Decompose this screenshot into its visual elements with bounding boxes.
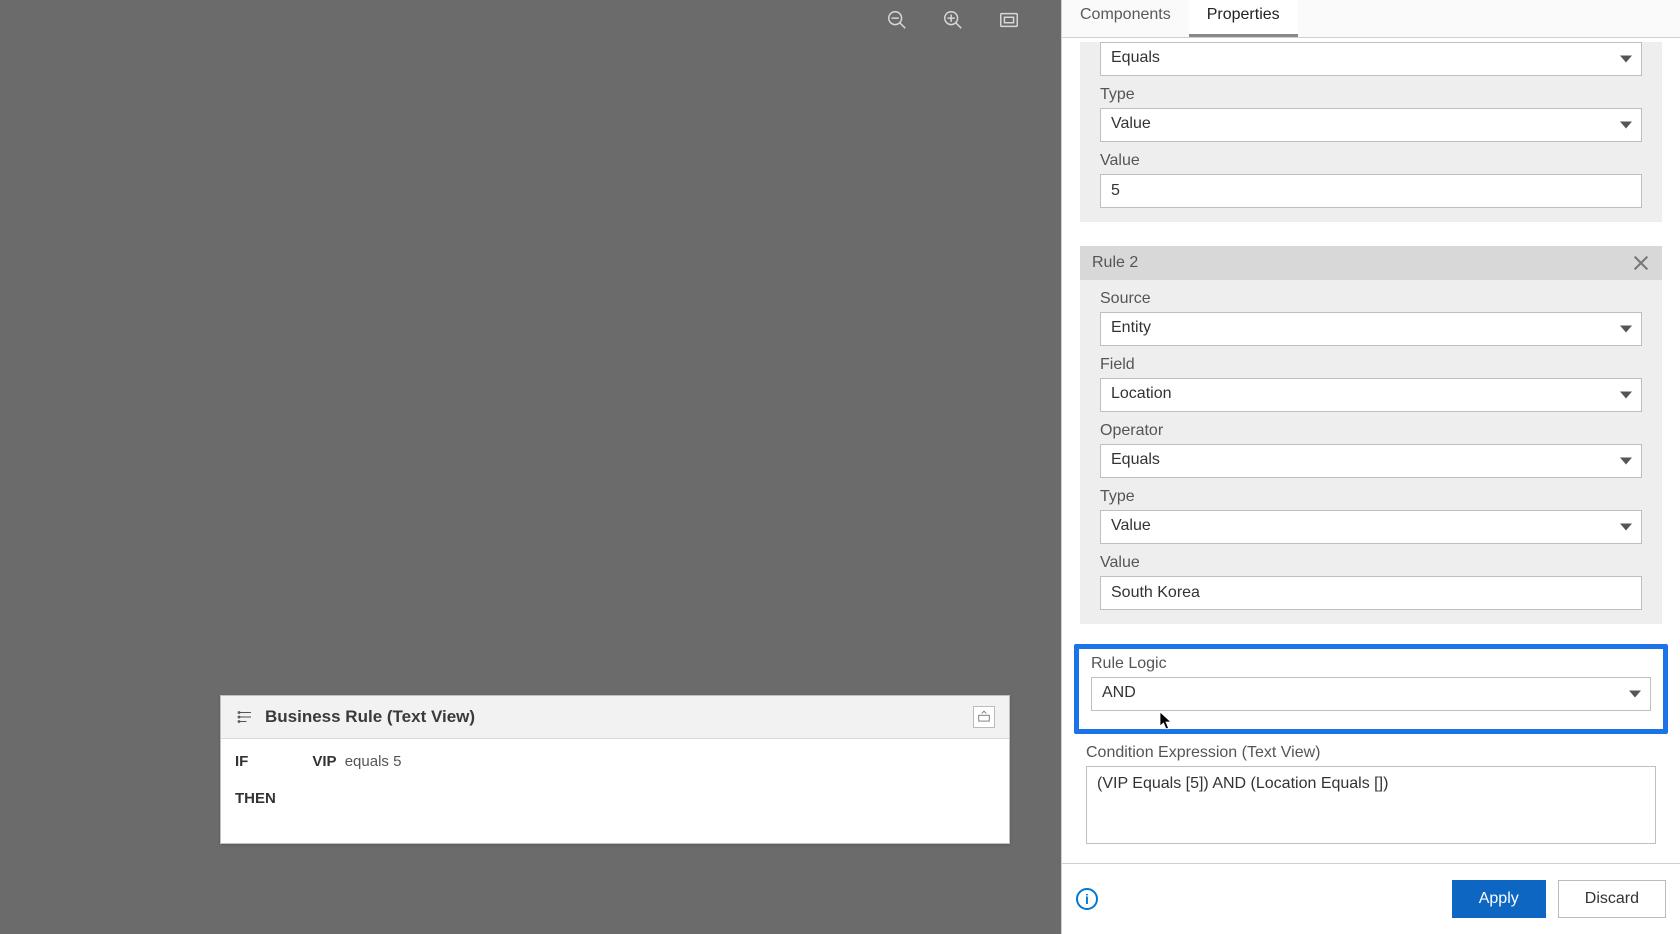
close-icon[interactable] [1632,254,1650,272]
rule1-operator-select[interactable]: Equals [1100,42,1642,76]
canvas-pane[interactable]: Business Rule (Text View) IF VIP equals … [0,0,1061,934]
zoom-in-icon[interactable] [941,8,965,32]
condition-expression-group: Condition Expression (Text View) [1080,734,1662,863]
properties-panel: Components Properties Equals Type Value … [1061,0,1680,934]
business-rule-text-view-panel: Business Rule (Text View) IF VIP equals … [220,695,1010,844]
rule2-value-input[interactable] [1100,576,1642,610]
condition-expression-label: Condition Expression (Text View) [1086,734,1656,766]
rule1-group: Equals Type Value Value [1080,42,1662,222]
rule2-operator-select[interactable]: Equals [1100,444,1642,478]
rule2-type-select[interactable]: Value [1100,510,1642,544]
apply-button[interactable]: Apply [1452,880,1546,918]
rule2-field-label: Field [1100,346,1642,378]
if-keyword: IF [235,753,248,770]
rule2-type-label: Type [1100,478,1642,510]
collapse-icon[interactable] [973,706,995,728]
canvas-toolbar [885,8,1021,32]
discard-button[interactable]: Discard [1558,880,1666,918]
fit-screen-icon[interactable] [997,8,1021,32]
rule1-type-select[interactable]: Value [1100,108,1642,142]
rule2-title: Rule 2 [1092,254,1138,272]
panel-footer: i Apply Discard [1062,863,1680,934]
rule-logic-select[interactable]: AND [1091,677,1651,711]
rule2-field-select[interactable]: Location [1100,378,1642,412]
info-icon[interactable]: i [1076,888,1098,910]
panel-scroll-area[interactable]: Equals Type Value Value Rule 2 Source En… [1062,38,1680,863]
rule2-value-label: Value [1100,544,1642,576]
condition-expression-text [1086,766,1656,844]
rule1-type-label: Type [1100,76,1642,108]
tab-properties[interactable]: Properties [1189,0,1298,37]
flow-icon [235,707,255,727]
panel-tabs: Components Properties [1062,0,1680,38]
rule1-value-label: Value [1100,142,1642,174]
rule2-source-select[interactable]: Entity [1100,312,1642,346]
if-expression: VIP equals 5 [312,753,401,770]
text-view-body: IF VIP equals 5 THEN [221,739,1009,843]
rule2-header: Rule 2 [1080,246,1662,280]
expr-field: VIP [312,753,336,770]
text-view-title: Business Rule (Text View) [265,707,963,727]
rule2-source-label: Source [1100,280,1642,312]
cursor-icon [1159,711,1173,731]
zoom-out-icon[interactable] [885,8,909,32]
then-keyword: THEN [235,790,995,807]
text-view-header: Business Rule (Text View) [221,696,1009,739]
rule-logic-highlight: Rule Logic AND [1074,644,1668,734]
tab-components[interactable]: Components [1062,0,1189,37]
rule-logic-label: Rule Logic [1091,655,1651,677]
rule2-operator-label: Operator [1100,412,1642,444]
rule1-value-input[interactable] [1100,174,1642,208]
expr-rest: equals 5 [345,753,402,770]
rule2-group: Source Entity Field Location Operator Eq… [1080,280,1662,624]
